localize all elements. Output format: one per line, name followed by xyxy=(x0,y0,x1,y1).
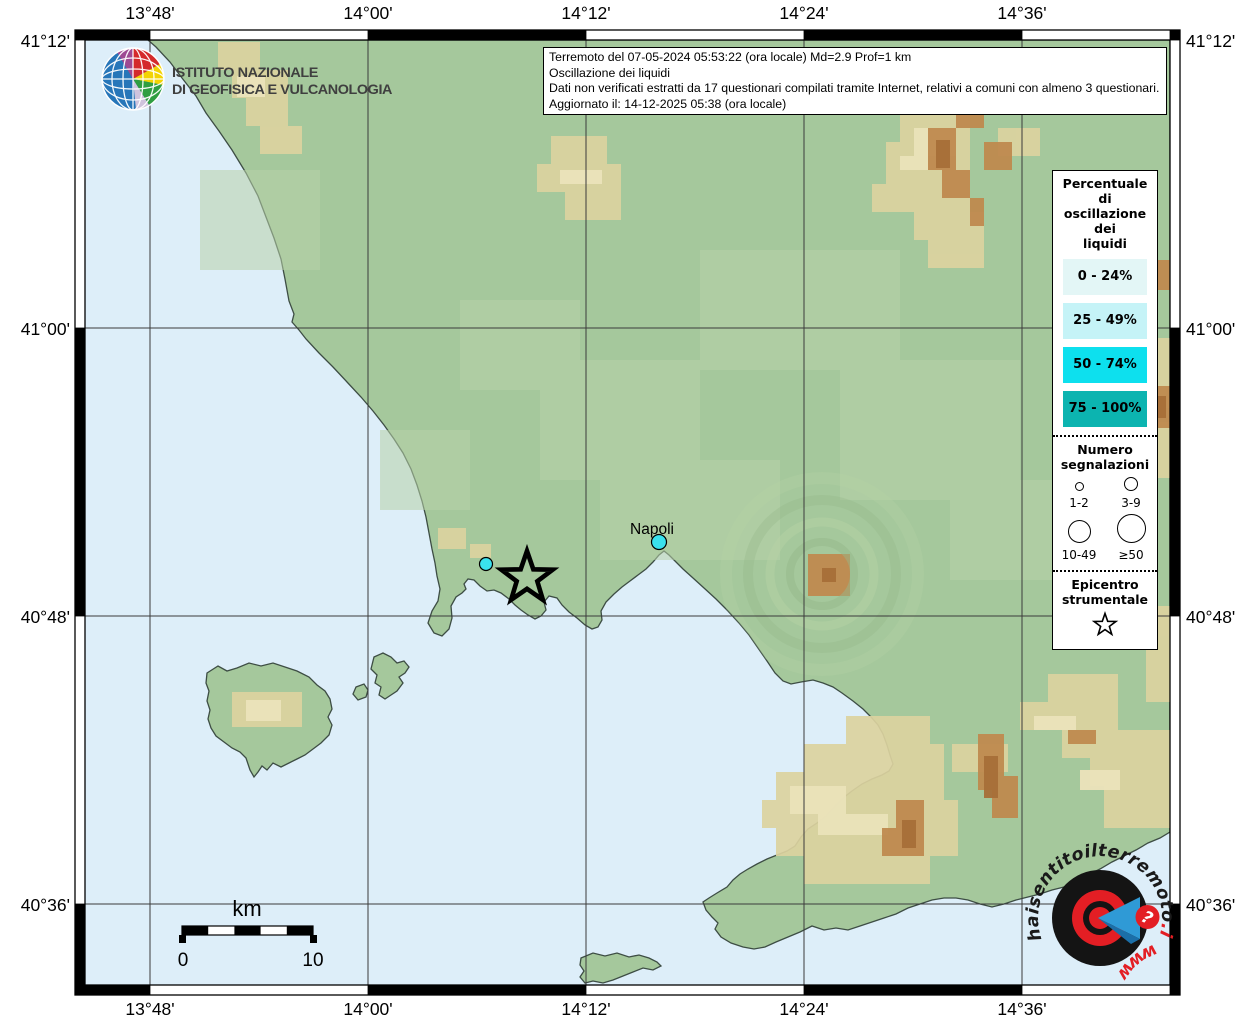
axis-bottom-tick: 14°12' xyxy=(561,999,611,1019)
axis-left-tick: 40°36' xyxy=(20,895,70,915)
legend-title: Percentuale xyxy=(1062,176,1148,191)
count-circle-large-icon xyxy=(1067,520,1091,543)
map-interior: Napoli km 0 10 ISTITUTO NAZIONALE DI GEO… xyxy=(85,40,1170,985)
axis-bottom-tick: 14°36' xyxy=(997,999,1047,1019)
axis-bottom-tick: 14°24' xyxy=(779,999,829,1019)
legend-class-0-24: 0 - 24% xyxy=(1063,259,1147,295)
scale-end: 10 xyxy=(302,950,323,971)
city-label: Napoli xyxy=(630,521,674,538)
legend-epicenter-title: Epicentro xyxy=(1071,577,1139,592)
axis-top-tick: 14°24' xyxy=(779,3,829,23)
count-label: 10-49 xyxy=(1061,548,1097,562)
report-dot-pozzuoli[interactable] xyxy=(478,556,494,572)
epicenter-star-icon xyxy=(1091,611,1119,637)
event-updated-line: Aggiornato il: 14-12-2025 05:38 (ora loc… xyxy=(549,96,787,111)
axis-right-tick: 41°00' xyxy=(1186,319,1236,339)
event-disclaimer: Dati non verificati estratti da 17 quest… xyxy=(549,81,1160,95)
event-info-box: Terremoto del 07-05-2024 05:53:22 (ora l… xyxy=(543,47,1167,115)
axis-left-tick: 41°12' xyxy=(20,31,70,51)
event-map-type: Oscillazione dei liquidi xyxy=(549,65,670,80)
ingv-name-line2: DI GEOFISICA E VULCANOLOGIA xyxy=(172,82,393,97)
axis-right-tick: 41°12' xyxy=(1186,31,1236,51)
event-title-line: Terremoto del 07-05-2024 05:53:22 (ora l… xyxy=(549,50,912,64)
axis-top-tick: 13°48' xyxy=(125,3,175,23)
count-circle-small-icon xyxy=(1074,482,1084,491)
haisentito-map-figure: Napoli km 0 10 ISTITUTO NAZIONALE DI GEO… xyxy=(0,0,1256,1024)
legend-class-75-100: 75 - 100% xyxy=(1063,391,1147,427)
axis-right-tick: 40°48' xyxy=(1186,607,1236,627)
axis-top-tick: 14°12' xyxy=(561,3,611,23)
axis-left-tick: 41°00' xyxy=(20,319,70,339)
count-circle-medium-icon xyxy=(1124,477,1138,491)
axis-left-tick: 40°48' xyxy=(20,607,70,627)
legend-counts-title: Numero xyxy=(1077,442,1133,457)
count-circle-xlarge-icon xyxy=(1116,514,1146,543)
ingv-name-line1: ISTITUTO NAZIONALE xyxy=(172,65,318,80)
axis-bottom-tick: 13°48' xyxy=(125,999,175,1019)
legend-divider xyxy=(1053,435,1157,437)
axis-top-tick: 14°36' xyxy=(997,3,1047,23)
count-label: 3-9 xyxy=(1121,496,1141,510)
legend-class-25-49: 25 - 49% xyxy=(1063,303,1147,339)
count-label: ≥50 xyxy=(1118,548,1144,562)
count-label: 1-2 xyxy=(1069,496,1089,510)
legend-divider xyxy=(1053,570,1157,572)
scale-unit: km xyxy=(232,896,261,921)
axis-top-tick: 14°00' xyxy=(343,3,393,23)
axis-right-tick: 40°36' xyxy=(1186,895,1236,915)
axis-bottom-tick: 14°00' xyxy=(343,999,393,1019)
legend-class-50-74: 50 - 74% xyxy=(1063,347,1147,383)
scale-start: 0 xyxy=(178,950,189,971)
legend-panel: Percentuale di oscillazione dei liquidi … xyxy=(1052,170,1158,650)
